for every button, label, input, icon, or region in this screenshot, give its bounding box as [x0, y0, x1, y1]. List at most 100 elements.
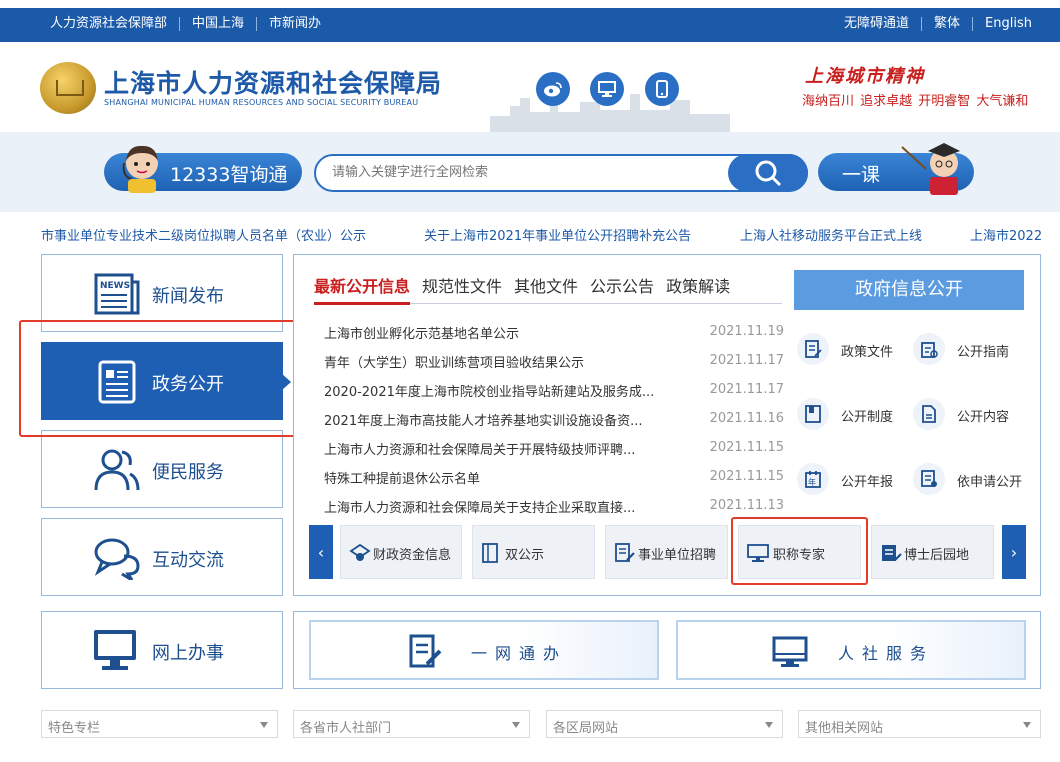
gov-item-label: 公开年报 — [841, 475, 894, 490]
banner-hr-services[interactable]: 人社服务 — [676, 620, 1026, 680]
site-subtitle: SHANGHAI MUNICIPAL HUMAN RESOURCES AND S… — [104, 98, 419, 107]
news-title[interactable]: 特殊工种提前退休公示名单 — [324, 468, 480, 487]
bureau-emblem-icon[interactable] — [40, 62, 96, 114]
svg-text:年: 年 — [808, 477, 816, 487]
shortcut-label: 职称专家 — [773, 548, 826, 563]
ticker-item[interactable]: 关于上海市2021年事业单位公开招聘补充公告 — [424, 225, 691, 244]
tab-notices[interactable]: 公示公告 — [590, 273, 654, 297]
chevron-left-icon: ‹ — [317, 542, 325, 562]
select-district-sites[interactable]: 各区局网站 — [546, 710, 783, 738]
news-date: 2021.11.17 — [709, 382, 784, 397]
shortcut-finance[interactable]: 财政资金信息 — [340, 525, 462, 579]
site-title[interactable]: 上海市人力资源和社会保障局 — [104, 64, 442, 100]
ticker-item[interactable]: 上海人社移动服务平台正式上线 — [740, 225, 922, 244]
book-icon — [482, 543, 498, 563]
search-button[interactable] — [728, 154, 808, 192]
hotline-12333-button[interactable]: 12333智询通 — [104, 145, 302, 193]
annual-report-icon: 年 — [797, 463, 829, 495]
weibo-icon[interactable] — [536, 72, 570, 106]
desktop-icon[interactable] — [590, 72, 624, 106]
news-item[interactable]: 青年（大学生）职业训练营项目验收结果公示 2021.11.17 — [324, 350, 784, 372]
top-links-right: 无障碍通道 繁体 English — [832, 17, 1032, 31]
form-edit-icon — [409, 634, 442, 668]
tab-normative[interactable]: 规范性文件 — [422, 273, 502, 297]
select-other-sites[interactable]: 其他相关网站 — [798, 710, 1041, 738]
ticker-item[interactable]: 市事业单位专业技术二级岗位拟聘人员名单（农业）公示 — [41, 225, 366, 244]
link-china-shanghai[interactable]: 中国上海 — [180, 17, 258, 31]
news-item[interactable]: 上海市人力资源和社会保障局关于开展特级技师评聘... 2021.11.15 — [324, 437, 784, 459]
chevron-down-icon — [512, 722, 520, 728]
nav-label: 新闻发布 — [152, 286, 224, 307]
news-date: 2021.11.19 — [709, 324, 784, 339]
gov-item-label: 政策文件 — [841, 345, 894, 360]
link-news-office[interactable]: 市新闻办 — [257, 17, 321, 31]
yike-button[interactable]: 一课 — [818, 143, 974, 195]
news-title[interactable]: 2021年度上海市高技能人才培养基地实训设施设备资... — [324, 410, 642, 429]
link-traditional[interactable]: 繁体 — [922, 17, 974, 31]
news-ticker: 市事业单位专业技术二级岗位拟聘人员名单（农业）公示 关于上海市2021年事业单位… — [0, 222, 1060, 246]
computer-icon — [94, 630, 136, 670]
news-date: 2021.11.15 — [709, 440, 784, 455]
nav-interaction[interactable]: 互动交流 — [41, 518, 283, 596]
nav-news-release[interactable]: NEWS 新闻发布 — [41, 254, 283, 332]
city-spirit-words: 海纳百川 追求卓越 开明睿智 大气谦和 — [802, 94, 1029, 109]
news-item[interactable]: 2021年度上海市高技能人才培养基地实训设施设备资... 2021.11.16 — [324, 408, 784, 430]
shortcut-recruitment[interactable]: 事业单位招聘 — [605, 525, 728, 579]
chat-icon — [94, 538, 140, 580]
mobile-icon[interactable] — [645, 72, 679, 106]
link-mohrss[interactable]: 人力资源社会保障部 — [50, 17, 181, 31]
link-accessibility[interactable]: 无障碍通道 — [832, 17, 923, 31]
nav-public-service[interactable]: 便民服务 — [41, 430, 283, 508]
nav-label: 互动交流 — [152, 550, 224, 571]
chevron-down-icon — [260, 722, 268, 728]
select-value: 特色专栏 — [48, 721, 101, 736]
news-item[interactable]: 特殊工种提前退休公示名单 2021.11.15 — [324, 466, 784, 488]
nav-label: 政务公开 — [152, 374, 224, 395]
tab-interpretation[interactable]: 政策解读 — [666, 273, 730, 297]
link-english[interactable]: English — [973, 17, 1032, 31]
select-provincial-hr[interactable]: 各省市人社部门 — [293, 710, 530, 738]
shortcut-double-disclosure[interactable]: 双公示 — [472, 525, 595, 579]
shortcut-title-experts[interactable]: 职称专家 — [738, 525, 861, 579]
gov-item-label: 公开指南 — [957, 345, 1010, 360]
search-input[interactable] — [332, 164, 712, 179]
news-title[interactable]: 上海市创业孵化示范基地名单公示 — [324, 323, 519, 342]
news-title[interactable]: 上海市人力资源和社会保障局关于支持企业采取直接... — [324, 497, 635, 516]
select-value: 其他相关网站 — [805, 721, 884, 736]
banner-one-netcom[interactable]: 一网通办 — [309, 620, 659, 680]
guide-icon — [913, 333, 945, 365]
news-item[interactable]: 2020-2021年度上海市院校创业指导站新建站及服务成... 2021.11.1… — [324, 379, 784, 401]
select-special-column[interactable]: 特色专栏 — [41, 710, 278, 738]
gov-info-open-button[interactable]: 政府信息公开 — [794, 270, 1024, 310]
news-title[interactable]: 青年（大学生）职业训练营项目验收结果公示 — [324, 352, 584, 371]
search-band: 12333智询通 一课 — [0, 132, 1060, 212]
chevron-down-icon — [1023, 722, 1031, 728]
teacher-icon — [901, 143, 960, 195]
carousel-prev-button[interactable]: ‹ — [309, 525, 333, 579]
nav-government-affairs[interactable]: 政务公开 — [41, 342, 291, 420]
shortcut-label: 博士后园地 — [904, 548, 970, 563]
ticker-item[interactable]: 上海市2022 — [970, 225, 1042, 244]
carousel-next-button[interactable]: › — [1002, 525, 1026, 579]
policy-doc-icon — [797, 333, 829, 365]
news-title[interactable]: 上海市人力资源和社会保障局关于开展特级技师评聘... — [324, 439, 635, 458]
search-icon — [755, 160, 782, 187]
news-item[interactable]: 上海市人力资源和社会保障局关于支持企业采取直接... 2021.11.13 — [324, 495, 784, 517]
tab-latest[interactable]: 最新公开信息 — [314, 273, 410, 297]
tab-other[interactable]: 其他文件 — [514, 273, 578, 297]
postdoc-icon — [882, 545, 902, 561]
nav-online-services[interactable]: 网上办事 — [41, 611, 283, 689]
news-item[interactable]: 上海市创业孵化示范基地名单公示 2021.11.19 — [324, 321, 784, 343]
gov-item-label: 公开制度 — [841, 410, 894, 425]
banner-label: 一网通办 — [471, 644, 568, 663]
news-title[interactable]: 2020-2021年度上海市院校创业指导站新建站及服务成... — [324, 381, 654, 400]
top-bar: 人力资源社会保障部 中国上海 市新闻办 无障碍通道 繁体 English — [0, 8, 1060, 42]
nav-label: 网上办事 — [152, 643, 224, 664]
svg-text:NEWS: NEWS — [100, 281, 130, 291]
shortcut-label: 财政资金信息 — [373, 548, 452, 563]
shortcut-postdoc[interactable]: 博士后园地 — [871, 525, 994, 579]
banner-label: 人社服务 — [838, 644, 935, 663]
news-date: 2021.11.13 — [709, 498, 784, 513]
monitor-icon — [747, 544, 769, 562]
site-search-box — [314, 154, 808, 192]
